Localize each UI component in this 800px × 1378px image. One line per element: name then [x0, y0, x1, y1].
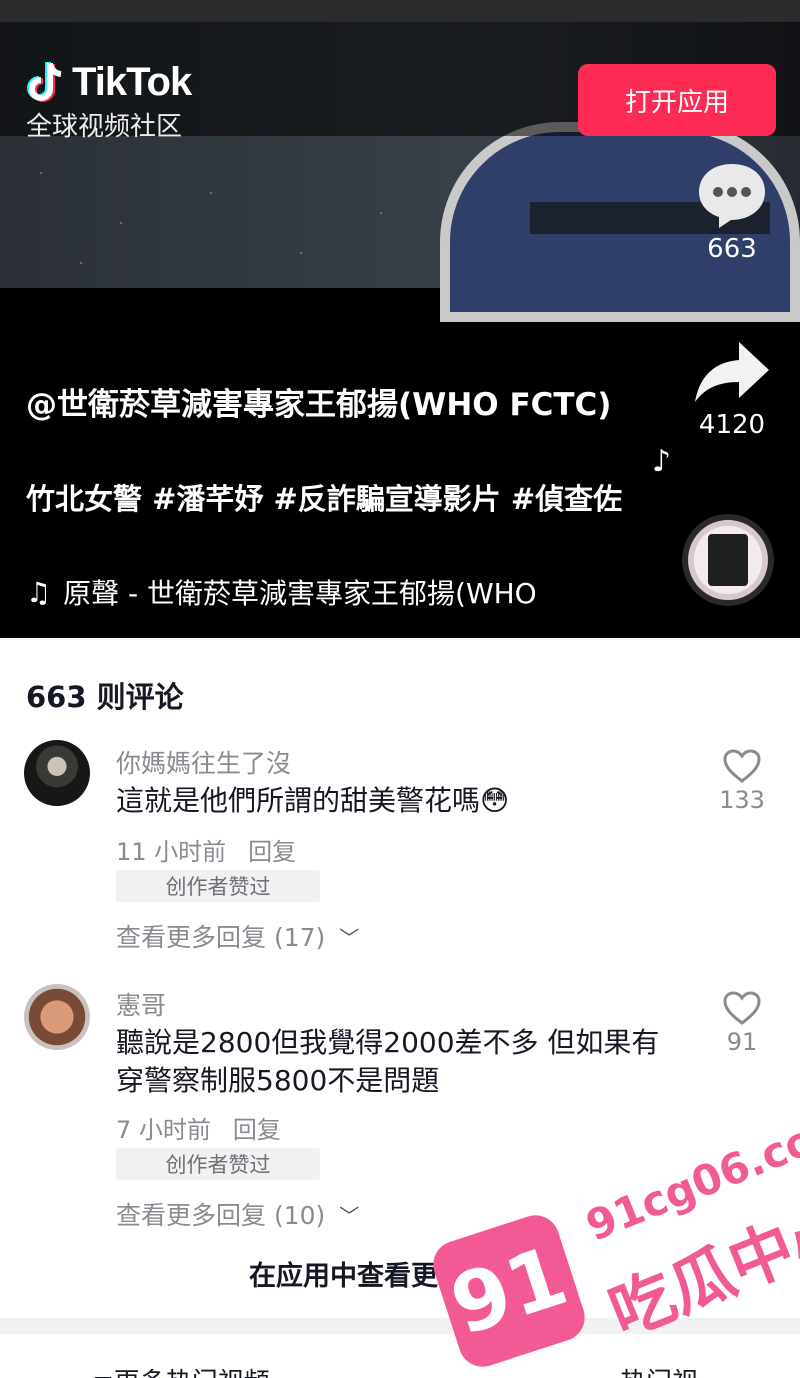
bottom-bar: ≡更多热门视频 热门视 [0, 1334, 800, 1378]
like-count: 133 [719, 786, 765, 814]
comment-meta: 11 小时前 回复 [116, 832, 296, 867]
share-button[interactable]: 4120 [690, 340, 774, 440]
share-count: 4120 [698, 410, 766, 440]
comment-text: 這就是他們所謂的甜美警花嗎😳 [116, 784, 510, 817]
avatar[interactable] [24, 984, 90, 1050]
like-button[interactable]: 91 [708, 990, 776, 1056]
video-author[interactable]: @世衛菸草減害專家王郁揚(WHO FCTC) [26, 384, 646, 426]
sound-title: 原聲 - 世衛菸草減害專家王郁揚(WHO [63, 577, 537, 610]
chevron-down-icon: ﹀ [339, 1203, 360, 1228]
heart-icon [723, 991, 761, 1025]
view-more-label: 在应用中查看更多评论 [248, 1261, 519, 1292]
section-divider [0, 1318, 800, 1334]
open-app-button[interactable]: 打开应用 [578, 64, 776, 136]
video-player[interactable]: TikTok 全球视频社区 打开应用 663 4120 ♪ @世衛菸草減害專家王… [0, 0, 800, 638]
more-videos-link[interactable]: ≡更多热门视频 [92, 1362, 270, 1378]
comment-count: 663 [707, 234, 757, 264]
comment-username[interactable]: 你媽媽往生了沒 [116, 744, 291, 780]
comments-count-label: 663 则评论 [26, 680, 184, 714]
comments-section: 663 则评论 你媽媽往生了沒 這就是他們所謂的甜美警花嗎😳 11 小时前 回复 … [0, 638, 800, 1338]
view-more-comments-button[interactable]: 在应用中查看更多评论 ﹀ [0, 1254, 800, 1293]
reply-button[interactable]: 回复 [233, 1116, 281, 1144]
comments-button[interactable]: 663 [690, 160, 774, 264]
brand-tagline: 全球视频社区 [26, 112, 183, 142]
chat-bubble-icon [699, 164, 765, 228]
view-more-replies[interactable]: 查看更多回复 (10) ﹀ [116, 1196, 359, 1232]
avatar[interactable] [24, 740, 90, 806]
status-strip [0, 0, 800, 22]
view-more-replies[interactable]: 查看更多回复 (17) ﹀ [116, 918, 359, 954]
comment-time: 7 小时前 [116, 1116, 211, 1144]
reply-button[interactable]: 回复 [248, 838, 296, 866]
comment-text: 聽說是2800但我覺得2000差不多 但如果有穿警察制服5800不是問題 [116, 1026, 660, 1097]
video-description: 竹北女警 #潘芊妤 #反詐騙宣導影片 #偵查佐 [26, 482, 623, 516]
like-button[interactable]: 133 [708, 748, 776, 814]
brand-name: TikTok [72, 60, 192, 104]
music-disc[interactable] [682, 514, 774, 606]
music-icon: ♫ [26, 575, 52, 609]
chevron-down-icon: ﹀ [339, 925, 360, 950]
comment-username[interactable]: 憲哥 [116, 986, 166, 1022]
creator-liked-badge: 创作者赞过 [116, 870, 320, 902]
more-replies-label: 查看更多回复 (10) [116, 1201, 326, 1230]
more-replies-label: 查看更多回复 (17) [116, 923, 326, 952]
tiktok-header: TikTok 全球视频社区 打开应用 [0, 22, 800, 142]
video-sound[interactable]: ♫ 原聲 - 世衛菸草減害專家王郁揚(WHO [26, 572, 646, 612]
tiktok-logo[interactable]: TikTok [26, 60, 192, 105]
share-arrow-icon [695, 342, 769, 402]
tiktok-note-icon [26, 61, 66, 105]
hot-videos-link[interactable]: 热门视 [620, 1362, 698, 1378]
heart-icon [723, 749, 761, 783]
like-count: 91 [726, 1028, 758, 1056]
chevron-down-icon: ﹀ [528, 1266, 551, 1291]
music-note-icon: ♪ [652, 444, 672, 479]
comment-time: 11 小时前 [116, 838, 227, 866]
comment-meta: 7 小时前 回复 [116, 1110, 281, 1145]
creator-liked-badge: 创作者赞过 [116, 1148, 320, 1180]
